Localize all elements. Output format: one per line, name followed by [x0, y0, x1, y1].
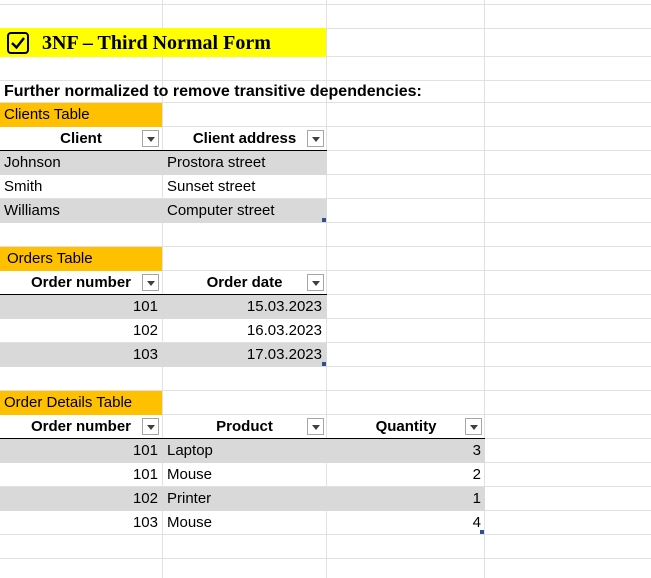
client-cell[interactable]: Williams: [0, 199, 162, 223]
order-number-cell[interactable]: 102: [0, 487, 162, 511]
filter-dropdown-icon[interactable]: [465, 418, 482, 435]
clients-table-label[interactable]: Clients Table: [0, 103, 162, 127]
client-address-cell[interactable]: Computer street: [163, 199, 326, 223]
client-address-cell[interactable]: Sunset street: [163, 175, 326, 199]
column-header-order-number[interactable]: Order number: [0, 415, 162, 439]
filter-dropdown-icon[interactable]: [142, 130, 159, 147]
product-cell[interactable]: Mouse: [163, 511, 326, 535]
table-resize-handle[interactable]: [480, 530, 484, 534]
table-resize-handle[interactable]: [322, 362, 326, 366]
column-header-order-number[interactable]: Order number: [0, 271, 162, 295]
order-details-table-label[interactable]: Order Details Table: [0, 391, 162, 415]
filter-dropdown-icon[interactable]: [307, 130, 324, 147]
order-number-cell[interactable]: 101: [0, 463, 162, 487]
column-header-client[interactable]: Client: [0, 127, 162, 151]
filter-dropdown-icon[interactable]: [142, 274, 159, 291]
quantity-cell[interactable]: 1: [327, 487, 485, 511]
order-number-cell[interactable]: 102: [0, 319, 162, 343]
product-cell[interactable]: Mouse: [163, 463, 326, 487]
order-number-cell[interactable]: 103: [0, 511, 162, 535]
order-date-cell[interactable]: 15.03.2023: [163, 295, 326, 319]
table-resize-handle[interactable]: [322, 218, 326, 222]
order-number-cell[interactable]: 101: [0, 295, 162, 319]
product-cell[interactable]: Laptop: [163, 439, 326, 463]
product-cell[interactable]: Printer: [163, 487, 326, 511]
column-header-client-address[interactable]: Client address: [163, 127, 326, 151]
column-header-product[interactable]: Product: [163, 415, 326, 439]
client-address-cell[interactable]: Prostora street: [163, 151, 326, 175]
client-cell[interactable]: Smith: [0, 175, 162, 199]
checkbox-checked-icon: [7, 32, 29, 54]
filter-dropdown-icon[interactable]: [307, 418, 324, 435]
quantity-cell[interactable]: 4: [327, 511, 485, 535]
order-date-cell[interactable]: 17.03.2023: [163, 343, 326, 367]
order-date-cell[interactable]: 16.03.2023: [163, 319, 326, 343]
orders-table-label[interactable]: Orders Table: [0, 247, 162, 271]
filter-dropdown-icon[interactable]: [142, 418, 159, 435]
order-number-cell[interactable]: 101: [0, 439, 162, 463]
quantity-cell[interactable]: 2: [327, 463, 485, 487]
client-cell[interactable]: Johnson: [0, 151, 162, 175]
section-heading: Further normalized to remove transitive …: [4, 83, 422, 100]
order-number-cell[interactable]: 103: [0, 343, 162, 367]
column-header-order-date[interactable]: Order date: [163, 271, 326, 295]
page-title: 3NF – Third Normal Form: [42, 32, 271, 54]
column-header-quantity[interactable]: Quantity: [327, 415, 485, 439]
quantity-cell[interactable]: 3: [327, 439, 485, 463]
filter-dropdown-icon[interactable]: [307, 274, 324, 291]
